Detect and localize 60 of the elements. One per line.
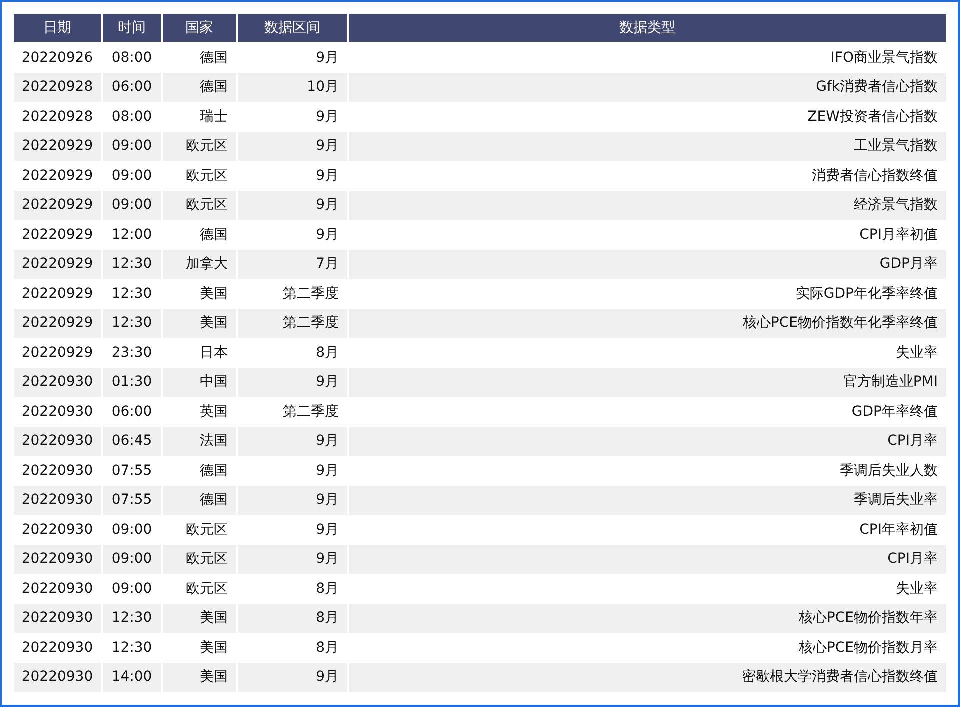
time-cell: 14:00 [103,662,163,692]
period-cell: 9月 [238,132,349,161]
data-type-cell: CPI月率 [349,426,946,456]
period-cell: 7月 [238,250,349,279]
column-header: 国家 [163,14,238,43]
date-cell: 20220930 [14,426,103,456]
time-cell: 12:30 [103,604,163,633]
data-type-cell: Gfk消费者信心指数 [349,72,946,102]
country-cell: 欧元区 [163,544,238,574]
data-type-cell: 季调后失业率 [349,486,946,515]
data-type-cell: 核心PCE物价指数年化季率终值 [349,308,946,338]
country-cell: 法国 [163,426,238,456]
data-type-cell: CPI月率 [349,544,946,574]
country-cell: 美国 [163,308,238,338]
time-cell: 12:30 [103,308,163,338]
data-type-cell: 官方制造业PMI [349,368,946,397]
date-cell: 20220929 [14,308,103,338]
time-cell: 09:00 [103,132,163,161]
time-cell: 06:45 [103,426,163,456]
country-cell: 德国 [163,72,238,102]
time-cell: 07:55 [103,486,163,515]
period-cell: 9月 [238,486,349,515]
date-cell: 20220930 [14,368,103,397]
country-cell: 美国 [163,662,238,692]
column-header: 数据区间 [238,14,349,43]
date-cell: 20220929 [14,190,103,220]
country-cell: 欧元区 [163,132,238,161]
date-cell: 20220930 [14,486,103,515]
column-header: 时间 [103,14,163,43]
country-cell: 美国 [163,604,238,633]
time-cell: 09:00 [103,544,163,574]
column-header: 数据类型 [349,14,946,43]
date-cell: 20220929 [14,132,103,161]
period-cell: 9月 [238,368,349,397]
country-cell: 中国 [163,368,238,397]
time-cell: 09:00 [103,190,163,220]
country-cell: 欧元区 [163,190,238,220]
data-type-cell: GDP月率 [349,250,946,279]
data-type-cell: 密歇根大学消费者信心指数终值 [349,662,946,692]
date-cell: 20220930 [14,662,103,692]
date-cell: 20220930 [14,604,103,633]
date-cell: 20220930 [14,544,103,574]
country-cell: 德国 [163,486,238,515]
country-cell: 加拿大 [163,250,238,279]
period-cell: 8月 [238,604,349,633]
period-cell: 第二季度 [238,308,349,338]
time-cell: 01:30 [103,368,163,397]
date-cell: 20220928 [14,72,103,102]
period-cell: 10月 [238,72,349,102]
period-cell: 9月 [238,190,349,220]
period-cell: 9月 [238,544,349,574]
time-cell: 12:30 [103,250,163,279]
column-header: 日期 [14,14,103,43]
data-type-cell: 经济景气指数 [349,190,946,220]
period-cell: 9月 [238,426,349,456]
period-cell: 9月 [238,662,349,692]
date-cell: 20220929 [14,250,103,279]
data-type-cell: 核心PCE物价指数年率 [349,604,946,633]
data-type-cell: 工业景气指数 [349,132,946,161]
time-cell: 06:00 [103,72,163,102]
